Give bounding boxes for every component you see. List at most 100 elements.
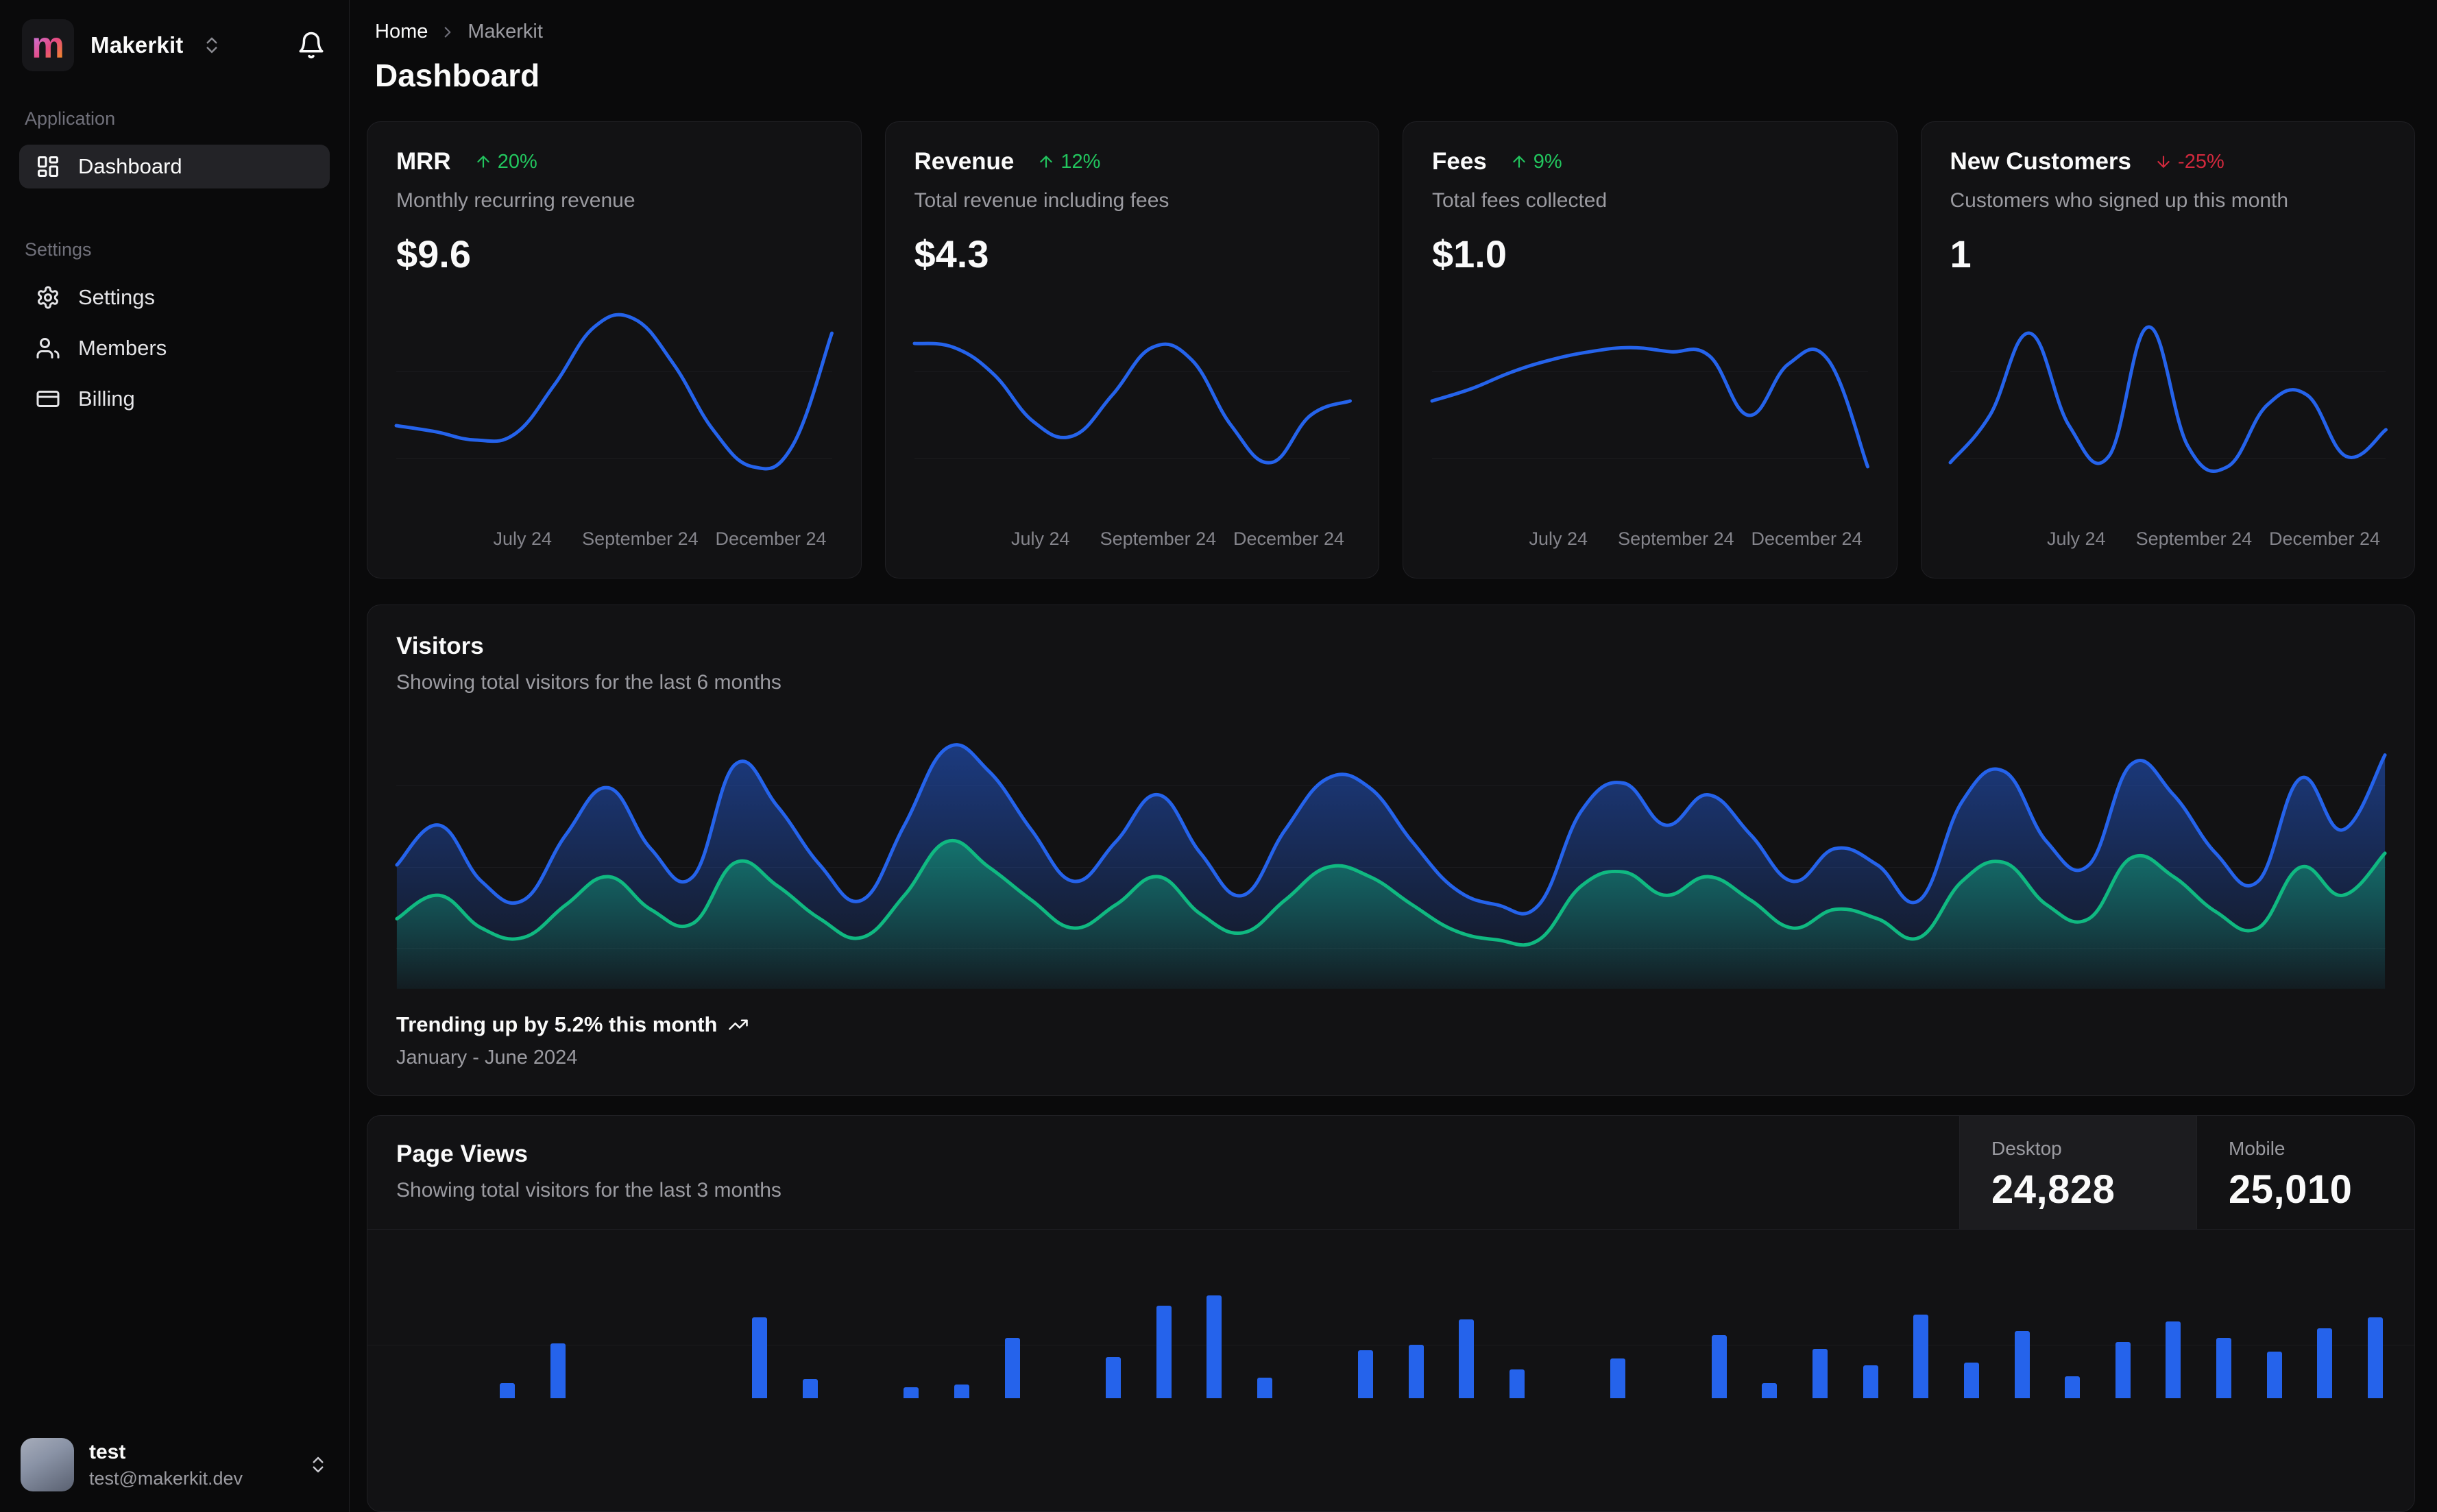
user-menu-caret[interactable] (308, 1454, 328, 1475)
x-axis-ticks: July 24 September 24 December 24 (1950, 528, 2386, 560)
page-views-header: Page Views Showing total visitors for th… (367, 1116, 2414, 1230)
sidebar-item-billing[interactable]: Billing (19, 377, 330, 421)
bar (1106, 1357, 1121, 1398)
notifications-button[interactable] (297, 31, 326, 60)
sidebar-item-dashboard[interactable]: Dashboard (19, 145, 330, 188)
visitors-footer: Trending up by 5.2% this month January -… (396, 1012, 2386, 1069)
bar (752, 1317, 767, 1398)
visitors-card: Visitors Showing total visitors for the … (367, 605, 2415, 1096)
chevrons-up-down-icon (308, 1454, 328, 1475)
visitors-title: Visitors (396, 633, 2386, 660)
bar (2216, 1338, 2231, 1398)
breadcrumb-home[interactable]: Home (375, 21, 428, 43)
sidebar-item-label: Dashboard (78, 154, 182, 179)
segment-mobile[interactable]: Mobile 25,010 (2196, 1116, 2414, 1229)
bar (803, 1379, 818, 1398)
sidebar: m Makerkit Application Dashboard Setting… (0, 0, 350, 1512)
page-views-segments: Desktop 24,828 Mobile 25,010 (1959, 1116, 2414, 1229)
visitors-date-range: January - June 2024 (396, 1047, 2386, 1069)
sidebar-item-label: Settings (78, 285, 155, 310)
bar (2015, 1331, 2030, 1398)
sparkline-chart (396, 286, 832, 524)
stat-value: $4.3 (914, 232, 1350, 276)
bar (1510, 1369, 1525, 1398)
stats-row: MRR 20% Monthly recurring revenue $9.6 J… (367, 121, 2415, 578)
users-icon (36, 336, 60, 361)
segment-label: Desktop (1991, 1138, 2183, 1160)
stat-title: New Customers (1950, 148, 2132, 175)
user-menu[interactable]: test test@makerkit.dev (19, 1435, 330, 1494)
bar (2166, 1321, 2181, 1398)
bar (2368, 1317, 2383, 1398)
trend-badge: 12% (1037, 151, 1100, 173)
sparkline-chart (1950, 286, 2386, 524)
bar (1812, 1349, 1828, 1398)
stat-value: $9.6 (396, 232, 832, 276)
bar (550, 1343, 566, 1398)
visitors-trend-text: Trending up by 5.2% this month (396, 1012, 717, 1037)
stat-card-revenue: Revenue 12% Total revenue including fees… (885, 121, 1380, 578)
makerkit-logo: m (22, 19, 74, 71)
bar (1610, 1358, 1625, 1398)
segment-desktop[interactable]: Desktop 24,828 (1959, 1116, 2196, 1229)
sparkline-chart (914, 286, 1350, 524)
stat-card-mrr: MRR 20% Monthly recurring revenue $9.6 J… (367, 121, 862, 578)
logo-letter: m (32, 27, 64, 64)
gear-icon (36, 285, 60, 310)
arrow-up-icon (1510, 153, 1528, 171)
bar (2115, 1342, 2131, 1398)
stat-value: $1.0 (1432, 232, 1868, 276)
trend-badge: 9% (1510, 151, 1562, 173)
sidebar-item-members[interactable]: Members (19, 326, 330, 370)
layout-dashboard-icon (36, 154, 60, 179)
bar (1712, 1335, 1727, 1398)
stat-value: 1 (1950, 232, 2386, 276)
workspace-name: Makerkit (90, 32, 184, 58)
sidebar-item-settings[interactable]: Settings (19, 276, 330, 319)
bar (904, 1387, 919, 1398)
trend-badge: 20% (474, 151, 537, 173)
trend-badge: -25% (2155, 151, 2224, 173)
page-title: Dashboard (367, 57, 2415, 94)
visitors-subtitle: Showing total visitors for the last 6 mo… (396, 671, 2386, 694)
breadcrumb-current: Makerkit (468, 21, 543, 43)
bar (1459, 1319, 1474, 1398)
x-axis-ticks: July 24 September 24 December 24 (1432, 528, 1868, 560)
stat-title: Revenue (914, 148, 1015, 175)
credit-card-icon (36, 387, 60, 411)
sidebar-item-label: Members (78, 336, 167, 361)
page-views-card: Page Views Showing total visitors for th… (367, 1115, 2415, 1512)
app-root: m Makerkit Application Dashboard Setting… (0, 0, 2437, 1512)
bar (1156, 1306, 1172, 1398)
sparkline-chart (1432, 286, 1868, 524)
visitors-area-chart (396, 718, 2386, 989)
nav-section-settings: Settings (25, 239, 324, 260)
bar (954, 1385, 969, 1398)
segment-value: 24,828 (1991, 1167, 2183, 1212)
workspace-switcher[interactable] (202, 35, 222, 56)
page-views-bar-chart (399, 1250, 2383, 1398)
segment-value: 25,010 (2229, 1167, 2401, 1212)
user-meta: test test@makerkit.dev (89, 1441, 243, 1489)
bar (1207, 1295, 1222, 1398)
workspace-header: m Makerkit (19, 15, 330, 75)
segment-label: Mobile (2229, 1138, 2401, 1160)
arrow-down-icon (2155, 153, 2172, 171)
bar (2317, 1328, 2332, 1398)
bar (1863, 1365, 1878, 1398)
main-content: Home Makerkit Dashboard MRR 20% Monthly … (350, 0, 2437, 1512)
x-axis-ticks: July 24 September 24 December 24 (396, 528, 832, 560)
bar (500, 1383, 515, 1398)
arrow-up-icon (474, 153, 492, 171)
stat-description: Customers who signed up this month (1950, 189, 2386, 212)
bar (2065, 1376, 2080, 1398)
x-axis-ticks: July 24 September 24 December 24 (914, 528, 1350, 560)
user-name: test (89, 1441, 243, 1464)
chevron-right-icon (439, 23, 457, 41)
stat-title: Fees (1432, 148, 1487, 175)
bar (1409, 1345, 1424, 1398)
arrow-up-icon (1037, 153, 1055, 171)
sidebar-item-label: Billing (78, 387, 135, 411)
bar (1257, 1378, 1272, 1398)
chevrons-up-down-icon (202, 35, 222, 56)
